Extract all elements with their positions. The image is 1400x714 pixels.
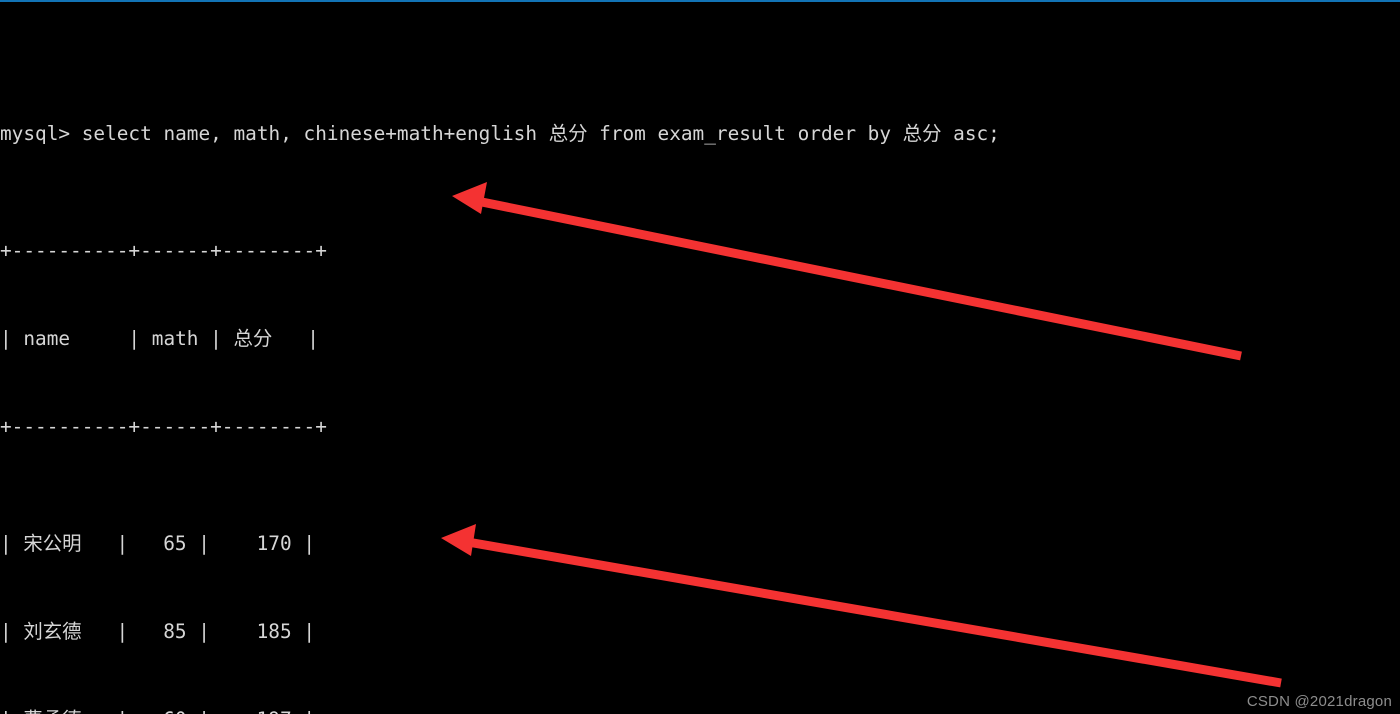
result1-header-separator: +----------+------+--------+ <box>0 415 327 439</box>
result1-header-row: | name | math | 总分 | <box>0 327 319 351</box>
command-line-1: mysql> select name, math, chinese+math+e… <box>0 119 1400 148</box>
table-row: | 曹孟德 | 60 | 197 | <box>0 705 1400 714</box>
terminal-output[interactable]: mysql> select name, math, chinese+math+e… <box>0 2 1400 714</box>
watermark-text: CSDN @2021dragon <box>1246 693 1392 710</box>
sql-statement-1: select name, math, chinese+math+english … <box>81 122 1000 146</box>
prompt-1: mysql> <box>0 122 82 146</box>
table-row: | 刘玄德 | 85 | 185 | <box>0 620 316 644</box>
table-row: | 宋公明 | 65 | 170 | <box>0 532 316 556</box>
terminal-screen: mysql> select name, math, chinese+math+e… <box>0 0 1400 714</box>
result1-top-separator: +----------+------+--------+ <box>0 239 327 263</box>
